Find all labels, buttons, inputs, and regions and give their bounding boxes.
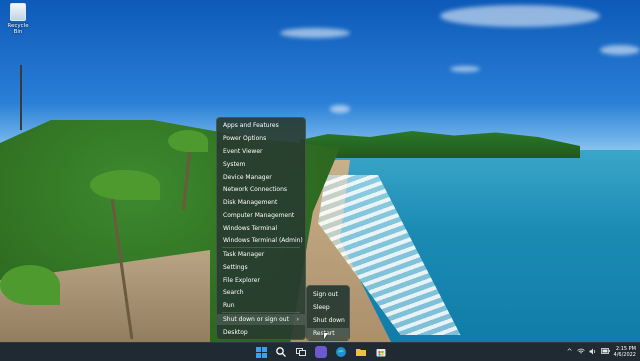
chat-icon[interactable] (315, 346, 327, 358)
store-icon[interactable] (375, 346, 387, 358)
menu-item-file-explorer[interactable]: File Explorer (217, 275, 305, 286)
system-tray: ^ 2:15 PM 4/6/2022 (567, 345, 636, 359)
menu-separator (222, 247, 300, 248)
menu-item-label: Shut down or sign out (223, 316, 289, 323)
menu-item-windows-terminal-admin[interactable]: Windows Terminal (Admin) (217, 235, 305, 246)
menu-item-settings[interactable]: Settings (217, 262, 305, 273)
taskbar-apps (255, 346, 387, 358)
taskbar-clock[interactable]: 2:15 PM 4/6/2022 (614, 346, 636, 358)
far-treeline (300, 131, 580, 158)
menu-item-device-manager[interactable]: Device Manager (217, 172, 305, 183)
menu-item-run[interactable]: Run (217, 300, 305, 311)
submenu-item-sleep[interactable]: Sleep (307, 302, 349, 314)
submenu-item-restart[interactable]: Restart (307, 328, 349, 340)
menu-item-event-viewer[interactable]: Event Viewer (217, 146, 305, 157)
menu-item-search[interactable]: Search (217, 287, 305, 298)
edge-icon[interactable] (335, 346, 347, 358)
quick-link-menu: Apps and Features Power Options Event Vi… (216, 117, 306, 340)
start-icon[interactable] (255, 346, 267, 358)
chevron-right-icon: › (296, 316, 299, 323)
search-icon[interactable] (275, 346, 287, 358)
battery-icon[interactable] (600, 348, 610, 356)
menu-item-shut-down-or-sign-out[interactable]: Shut down or sign out › (217, 314, 305, 325)
clock-date: 4/6/2022 (613, 352, 636, 358)
submenu-item-shut-down[interactable]: Shut down (307, 315, 349, 327)
file-explorer-icon[interactable] (355, 346, 367, 358)
menu-item-system[interactable]: System (217, 159, 305, 170)
recycle-bin-icon (10, 3, 26, 21)
submenu-item-sign-out[interactable]: Sign out (307, 289, 349, 301)
menu-item-power-options[interactable]: Power Options (217, 133, 305, 144)
shutdown-submenu: Sign out Sleep Shut down Restart (306, 285, 350, 341)
radio-tower (20, 65, 22, 130)
desktop-icon-recycle-bin[interactable]: Recycle Bin (4, 3, 32, 35)
chevron-up-icon[interactable]: ^ (567, 348, 573, 356)
cloud (440, 5, 600, 27)
menu-item-network-connections[interactable]: Network Connections (217, 184, 305, 195)
menu-item-desktop[interactable]: Desktop (217, 327, 305, 338)
wifi-icon[interactable] (576, 348, 585, 357)
menu-item-disk-management[interactable]: Disk Management (217, 197, 305, 208)
mouse-cursor-icon (324, 333, 328, 339)
desktop-icon-label: Recycle Bin (7, 23, 29, 35)
menu-item-task-manager[interactable]: Task Manager (217, 249, 305, 260)
task-view-icon[interactable] (295, 346, 307, 358)
taskbar: ^ 2:15 PM 4/6/2022 (0, 342, 640, 361)
palm-leaves (168, 130, 208, 152)
cloud (280, 28, 350, 38)
menu-item-computer-management[interactable]: Computer Management (217, 210, 305, 221)
cloud (330, 105, 350, 113)
menu-separator (222, 312, 300, 313)
palm-leaves (0, 265, 60, 305)
palm-leaves (90, 170, 160, 200)
menu-item-apps-and-features[interactable]: Apps and Features (217, 120, 305, 131)
volume-icon[interactable] (589, 348, 597, 357)
cloud (450, 66, 480, 72)
cloud (600, 45, 640, 55)
menu-item-windows-terminal[interactable]: Windows Terminal (217, 223, 305, 234)
